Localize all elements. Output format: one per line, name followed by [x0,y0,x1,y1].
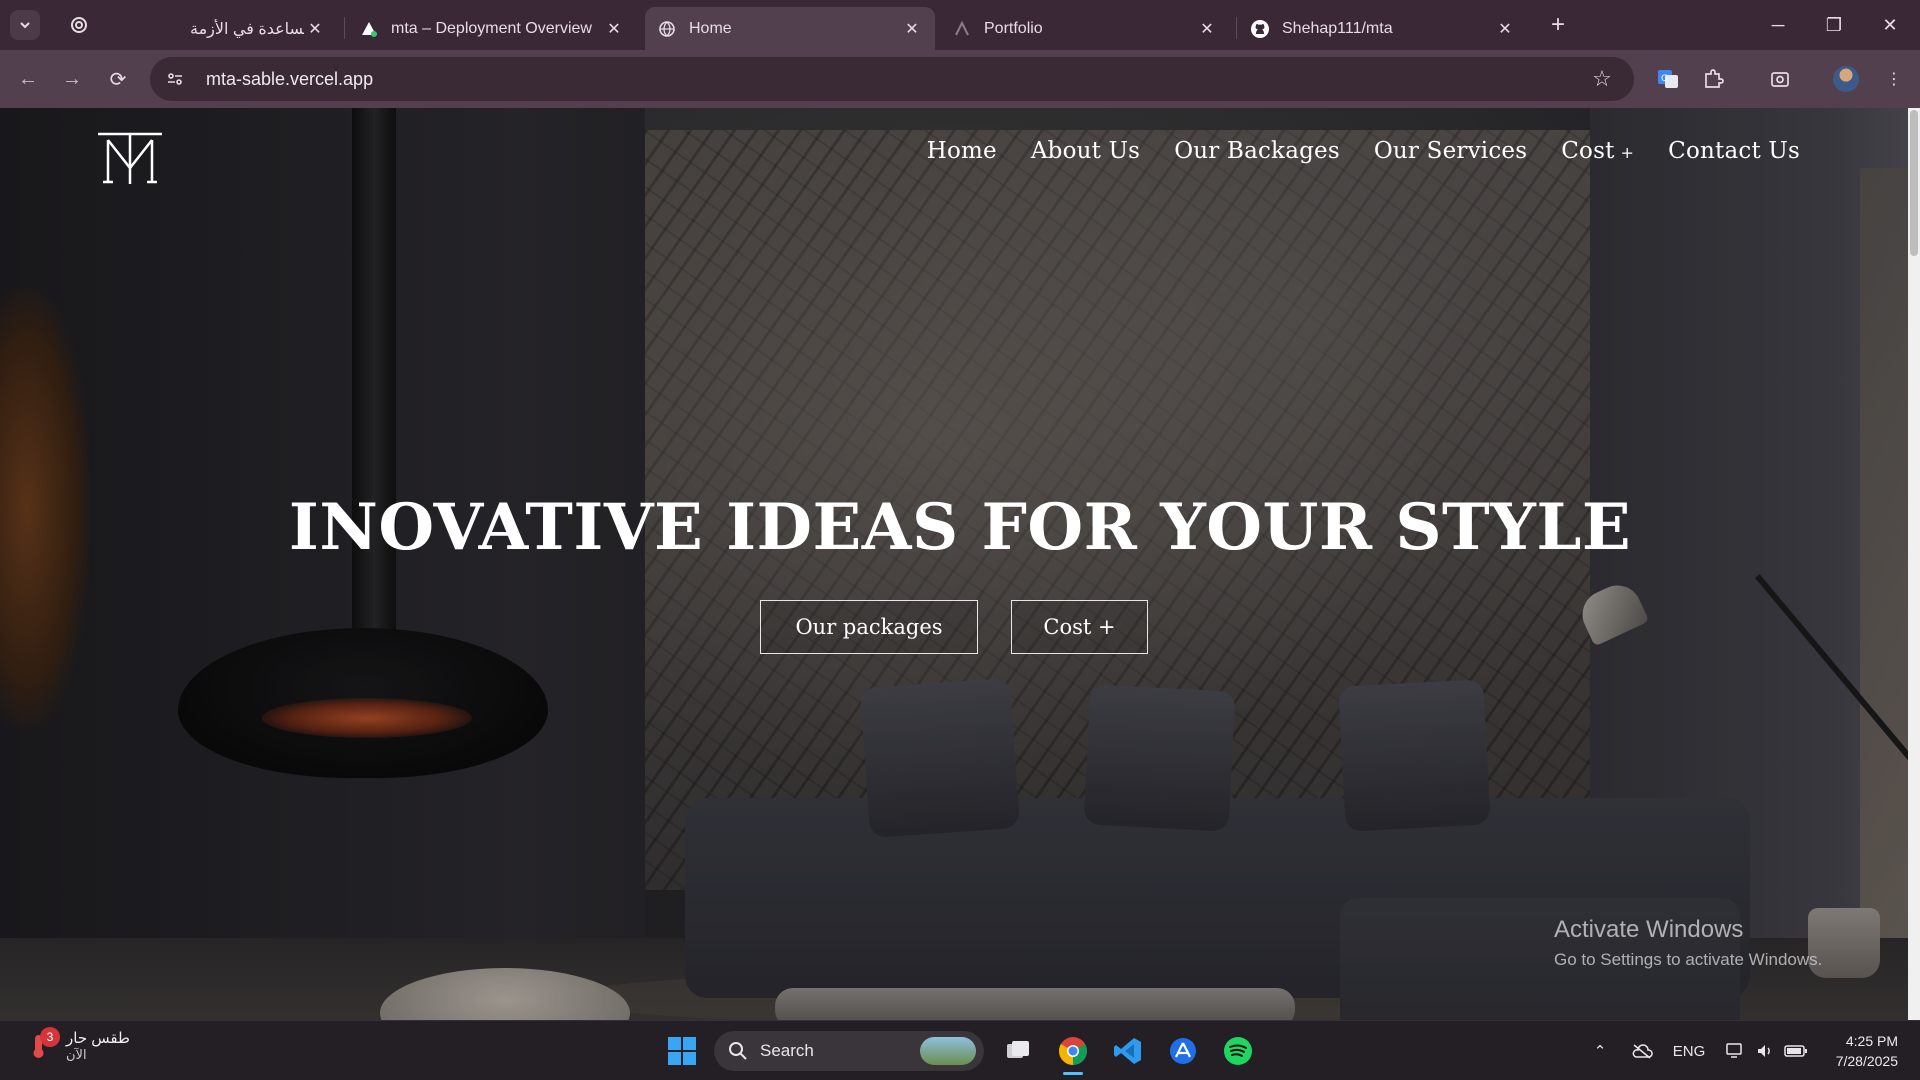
search-icon [729,1042,747,1060]
tab-title: Shehap111/mta [1282,19,1393,37]
globe-icon [657,19,677,39]
translate-extension-icon[interactable]: G [1652,63,1684,95]
minimize-icon[interactable]: ─ [1750,0,1806,50]
activate-windows-watermark: Activate Windows Go to Settings to activ… [1554,916,1822,970]
windows-start-icon[interactable] [666,1035,698,1067]
close-icon[interactable]: ✕ [1494,18,1516,40]
back-arrow-icon[interactable]: ← [12,63,44,95]
weather-time: الآن [66,1047,87,1062]
app-store-icon[interactable] [1165,1033,1201,1069]
nav-link-cost-label: Cost [1561,138,1615,164]
screenshot-capture-icon[interactable] [1764,63,1796,95]
restore-icon[interactable]: ❐ [1806,0,1862,50]
scrollbar-thumb[interactable] [1910,110,1918,256]
spotify-icon[interactable] [1220,1033,1256,1069]
onedrive-offline-icon[interactable] [1626,1033,1658,1069]
tab-title: Home [689,19,732,37]
clock-date: 7/28/2025 [1835,1053,1898,1069]
nav-link-our-backages[interactable]: Our Backages [1174,138,1340,164]
tab-vercel[interactable]: mta – Deployment Overview ✕ [347,7,637,50]
bookmark-star-icon[interactable]: ☆ [1588,65,1616,93]
taskbar-search-box[interactable]: Search [714,1031,984,1071]
close-window-icon[interactable]: ✕ [1862,0,1918,50]
cost-button[interactable]: Cost + [1011,600,1148,654]
task-view-icon[interactable] [1000,1033,1036,1069]
chevron-down-icon [20,22,30,29]
tab-home[interactable]: Home ✕ [645,7,935,50]
pinned-chatgpt-icon[interactable] [64,10,94,40]
tab-separator [1236,17,1237,39]
close-icon[interactable]: ✕ [304,18,326,40]
thermometer-icon: 3 [24,1027,60,1061]
portfolio-icon [952,19,972,39]
browser-toolbar: ← → ⟳ mta-sable.vercel.app ☆ G ⋮ [0,50,1920,108]
site-info-icon[interactable] [160,64,190,94]
search-label: Search [760,1041,814,1060]
nav-link-home[interactable]: Home [927,138,997,164]
profile-avatar[interactable] [1830,63,1862,95]
more-menu-icon[interactable]: ⋮ [1878,63,1910,95]
vercel-icon [359,19,379,39]
windows-taskbar: 3 طقس حار الآن Search ⌃ ENG 4:25 PM 7/28… [0,1020,1920,1080]
tab-search-button[interactable] [10,10,40,40]
weather-widget[interactable]: 3 طقس حار الآن [24,1027,130,1063]
forward-arrow-icon[interactable]: → [56,63,88,95]
nav-link-our-services[interactable]: Our Services [1374,138,1527,164]
watermark-line-1: Activate Windows [1554,916,1744,943]
clock-time: 4:25 PM [1845,1033,1898,1049]
system-clock[interactable]: 4:25 PM 7/28/2025 [1820,1031,1898,1071]
close-icon[interactable]: ✕ [603,18,625,40]
tab-title: Portfolio [984,19,1043,37]
our-packages-button[interactable]: Our packages [760,600,978,654]
nav-link-contact-us[interactable]: Contact Us [1668,138,1800,164]
chevron-up-icon[interactable]: ⌃ [1585,1033,1615,1069]
tab-title: مساعدة في الأزمة [190,20,304,38]
extensions-puzzle-icon[interactable] [1697,63,1729,95]
vscode-icon[interactable] [1110,1033,1146,1069]
url-text: mta-sable.vercel.app [206,68,374,89]
site-navigation: Home About Us Our Backages Our Services … [927,138,1800,164]
language-indicator[interactable]: ENG [1664,1033,1714,1069]
github-icon [1250,19,1270,39]
tab-separator [344,17,345,39]
nav-link-cost[interactable]: Cost + [1561,138,1634,164]
site-logo[interactable] [94,128,166,188]
reload-icon[interactable]: ⟳ [102,63,134,95]
hero-title: INOVATIVE IDEAS FOR YOUR STYLE [288,490,1632,565]
svg-text:G: G [1661,74,1668,84]
tab-title: mta – Deployment Overview [391,19,592,37]
close-icon[interactable]: ✕ [901,18,923,40]
page-viewport: Home About Us Our Backages Our Services … [0,108,1920,1020]
volume-icon[interactable] [1750,1033,1780,1069]
tab-chatgpt[interactable]: مساعدة في الأزمة ✕ [178,7,338,50]
new-tab-button[interactable]: + [1543,10,1573,40]
weather-condition: طقس حار [66,1030,130,1047]
address-bar[interactable]: mta-sable.vercel.app ☆ [150,57,1634,101]
tab-github[interactable]: Shehap111/mta ✕ [1238,7,1528,50]
plus-icon: + [1620,143,1635,162]
page-scrollbar[interactable] [1908,108,1920,1020]
nav-link-about-us[interactable]: About Us [1031,138,1140,164]
search-highlight-image [920,1037,976,1065]
battery-icon[interactable] [1780,1033,1812,1069]
browser-tab-strip: مساعدة في الأزمة ✕ mta – Deployment Over… [0,0,1920,50]
chrome-icon[interactable] [1055,1033,1091,1075]
tab-portfolio[interactable]: Portfolio ✕ [940,7,1230,50]
notification-badge: 3 [40,1027,60,1047]
network-icon[interactable] [1720,1033,1750,1069]
watermark-line-2: Go to Settings to activate Windows. [1554,950,1823,969]
close-icon[interactable]: ✕ [1196,18,1218,40]
